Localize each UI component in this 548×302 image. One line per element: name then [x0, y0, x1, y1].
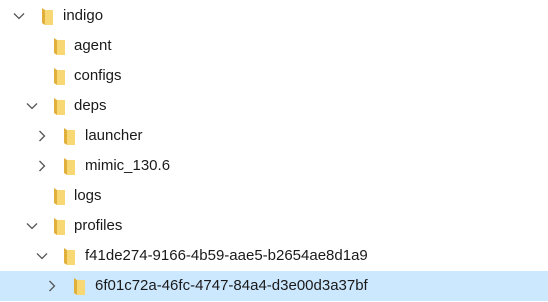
tree-item-profiles[interactable]: profiles — [0, 211, 548, 241]
folder-icon — [63, 248, 75, 265]
chevron-right-icon[interactable] — [34, 151, 50, 181]
tree-item-label: 6f01c72a-46fc-4747-84a4-d3e00d3a37bf — [95, 277, 368, 294]
folder-icon — [63, 128, 75, 145]
tree-item-configs[interactable]: configs — [0, 61, 548, 91]
tree-item-label: f41de274-9166-4b59-aae5-b2654ae8d1a9 — [85, 247, 368, 264]
tree-item-label: mimic_130.6 — [85, 157, 171, 174]
tree-item-label: deps — [74, 97, 107, 114]
folder-icon — [53, 188, 65, 205]
tree-item-profile-6f01c72a[interactable]: 6f01c72a-46fc-4747-84a4-d3e00d3a37bf — [0, 271, 548, 301]
tree-item-indigo[interactable]: indigo — [0, 1, 548, 31]
folder-icon — [53, 68, 65, 85]
folder-icon — [73, 278, 85, 295]
tree-item-label: configs — [74, 67, 122, 84]
chevron-right-icon[interactable] — [44, 271, 60, 301]
tree-item-label: agent — [74, 37, 112, 54]
chevron-down-icon[interactable] — [24, 91, 40, 121]
folder-tree: indigo agent configs deps launcher mimic… — [0, 0, 548, 302]
tree-item-label: launcher — [85, 127, 143, 144]
tree-item-mimic[interactable]: mimic_130.6 — [0, 151, 548, 181]
folder-icon — [41, 8, 53, 25]
tree-item-logs[interactable]: logs — [0, 181, 548, 211]
chevron-right-icon[interactable] — [34, 121, 50, 151]
tree-item-deps[interactable]: deps — [0, 91, 548, 121]
chevron-down-icon[interactable] — [34, 241, 50, 271]
folder-icon — [53, 38, 65, 55]
folder-icon — [53, 98, 65, 115]
folder-icon — [53, 218, 65, 235]
chevron-down-icon[interactable] — [24, 211, 40, 241]
tree-item-label: logs — [74, 187, 102, 204]
tree-item-agent[interactable]: agent — [0, 31, 548, 61]
tree-item-profile-f41de274[interactable]: f41de274-9166-4b59-aae5-b2654ae8d1a9 — [0, 241, 548, 271]
tree-item-label: indigo — [63, 7, 104, 24]
chevron-down-icon[interactable] — [11, 1, 27, 31]
folder-icon — [63, 158, 75, 175]
tree-item-label: profiles — [74, 217, 123, 234]
tree-item-launcher[interactable]: launcher — [0, 121, 548, 151]
